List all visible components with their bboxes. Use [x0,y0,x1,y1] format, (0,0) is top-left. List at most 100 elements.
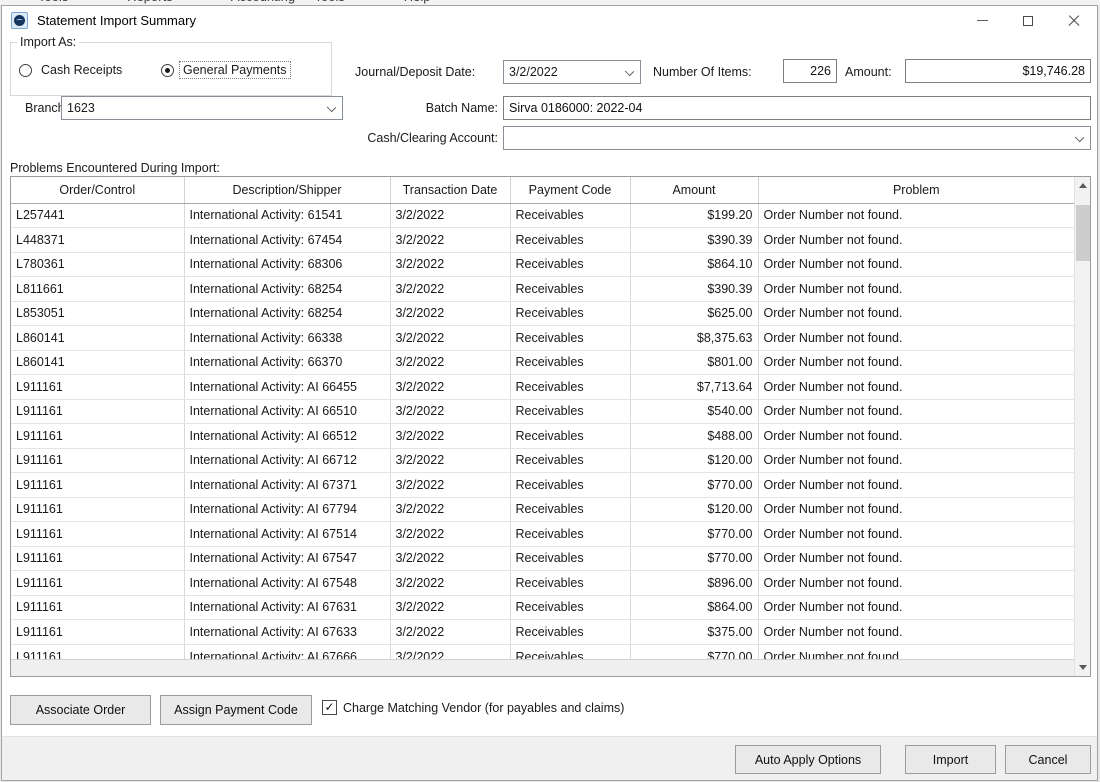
table-cell[interactable]: 3/2/2022 [390,448,510,473]
table-cell[interactable]: International Activity: AI 67631 [184,595,390,620]
journal-deposit-date-combo[interactable]: 3/2/2022 [503,60,641,84]
table-cell[interactable]: Order Number not found. [758,350,1074,375]
table-cell[interactable]: 3/2/2022 [390,350,510,375]
table-cell[interactable]: International Activity: AI 67794 [184,497,390,522]
table-cell[interactable]: International Activity: AI 67548 [184,571,390,596]
table-cell[interactable]: Receivables [510,375,630,400]
table-cell[interactable]: L860141 [11,350,184,375]
table-cell[interactable]: L911161 [11,497,184,522]
associate-order-button[interactable]: Associate Order [10,695,151,725]
table-cell[interactable]: International Activity: AI 66712 [184,448,390,473]
table-row[interactable]: L780361International Activity: 683063/2/… [11,252,1074,277]
table-cell[interactable]: L780361 [11,252,184,277]
table-row[interactable]: L911161International Activity: AI 667123… [11,448,1074,473]
table-cell[interactable]: 3/2/2022 [390,424,510,449]
table-cell[interactable]: $120.00 [630,448,758,473]
scrollbar-thumb[interactable] [1076,205,1090,261]
table-cell[interactable]: L911161 [11,424,184,449]
table-cell[interactable]: Order Number not found. [758,546,1074,571]
table-cell[interactable]: Receivables [510,497,630,522]
table-row[interactable]: L860141International Activity: 663383/2/… [11,326,1074,351]
table-cell[interactable]: Order Number not found. [758,424,1074,449]
table-cell[interactable]: Order Number not found. [758,301,1074,326]
table-cell[interactable]: $801.00 [630,350,758,375]
table-cell[interactable]: L911161 [11,620,184,645]
column-header[interactable]: Transaction Date [390,177,510,203]
table-cell[interactable]: International Activity: 67454 [184,228,390,253]
table-cell[interactable]: $7,713.64 [630,375,758,400]
table-cell[interactable]: Receivables [510,473,630,498]
assign-payment-code-button[interactable]: Assign Payment Code [160,695,312,725]
table-cell[interactable]: L911161 [11,595,184,620]
cancel-button[interactable]: Cancel [1005,745,1091,774]
number-of-items-field[interactable] [783,59,837,83]
table-cell[interactable]: Receivables [510,350,630,375]
table-row[interactable]: L853051International Activity: 682543/2/… [11,301,1074,326]
table-cell[interactable]: $390.39 [630,228,758,253]
table-cell[interactable]: $375.00 [630,620,758,645]
column-header[interactable]: Payment Code [510,177,630,203]
table-cell[interactable]: Order Number not found. [758,448,1074,473]
table-cell[interactable]: $8,375.63 [630,326,758,351]
table-cell[interactable]: L911161 [11,399,184,424]
table-cell[interactable]: Order Number not found. [758,399,1074,424]
batch-name-field[interactable] [503,96,1091,120]
table-cell[interactable]: Order Number not found. [758,326,1074,351]
table-cell[interactable]: International Activity: 66370 [184,350,390,375]
table-cell[interactable]: $390.39 [630,277,758,302]
table-cell[interactable]: L448371 [11,228,184,253]
table-cell[interactable]: L257441 [11,203,184,228]
table-cell[interactable]: $199.20 [630,203,758,228]
table-cell[interactable]: L811661 [11,277,184,302]
table-cell[interactable]: Order Number not found. [758,375,1074,400]
title-bar[interactable]: Statement Import Summary [2,6,1097,35]
table-cell[interactable]: 3/2/2022 [390,228,510,253]
table-cell[interactable]: Receivables [510,424,630,449]
table-cell[interactable]: $770.00 [630,546,758,571]
checkbox-icon[interactable]: ✓ [322,700,337,715]
table-cell[interactable]: 3/2/2022 [390,277,510,302]
table-cell[interactable]: Receivables [510,252,630,277]
minimize-button[interactable] [959,6,1005,35]
table-row[interactable]: L911161International Activity: AI 665123… [11,424,1074,449]
table-cell[interactable]: International Activity: AI 67371 [184,473,390,498]
table-cell[interactable]: Order Number not found. [758,228,1074,253]
table-row[interactable]: L811661International Activity: 682543/2/… [11,277,1074,302]
table-cell[interactable]: L860141 [11,326,184,351]
table-cell[interactable]: L911161 [11,546,184,571]
radio-general-payments[interactable]: General Payments [161,61,291,79]
table-cell[interactable]: Receivables [510,571,630,596]
table-cell[interactable]: L911161 [11,571,184,596]
table-cell[interactable]: International Activity: 61541 [184,203,390,228]
table-row[interactable]: L257441International Activity: 615413/2/… [11,203,1074,228]
table-cell[interactable]: $770.00 [630,522,758,547]
table-cell[interactable]: 3/2/2022 [390,375,510,400]
table-cell[interactable]: $770.00 [630,473,758,498]
column-header[interactable]: Problem [758,177,1074,203]
scroll-down-button[interactable] [1075,659,1091,676]
table-cell[interactable]: $488.00 [630,424,758,449]
table-row[interactable]: L911161International Activity: AI 676313… [11,595,1074,620]
table-cell[interactable]: L911161 [11,375,184,400]
table-row[interactable]: L911161International Activity: AI 676333… [11,620,1074,645]
table-cell[interactable]: Order Number not found. [758,497,1074,522]
import-button[interactable]: Import [905,745,996,774]
table-row[interactable]: L860141International Activity: 663703/2/… [11,350,1074,375]
column-header[interactable]: Order/Control [11,177,184,203]
maximize-button[interactable] [1005,6,1051,35]
table-cell[interactable]: 3/2/2022 [390,571,510,596]
table-row[interactable]: L448371International Activity: 674543/2/… [11,228,1074,253]
close-button[interactable] [1051,6,1097,35]
amount-field[interactable] [905,59,1091,83]
table-cell[interactable]: Receivables [510,277,630,302]
table-row[interactable]: L911161International Activity: AI 673713… [11,473,1074,498]
table-row[interactable]: L911161International Activity: AI 675483… [11,571,1074,596]
table-cell[interactable]: Receivables [510,301,630,326]
table-cell[interactable]: Order Number not found. [758,277,1074,302]
table-cell[interactable]: L911161 [11,522,184,547]
table-row[interactable]: L911161International Activity: AI 675473… [11,546,1074,571]
table-cell[interactable]: International Activity: 68254 [184,301,390,326]
cash-clearing-account-combo[interactable] [503,126,1091,150]
table-cell[interactable]: 3/2/2022 [390,620,510,645]
table-cell[interactable]: $864.00 [630,595,758,620]
